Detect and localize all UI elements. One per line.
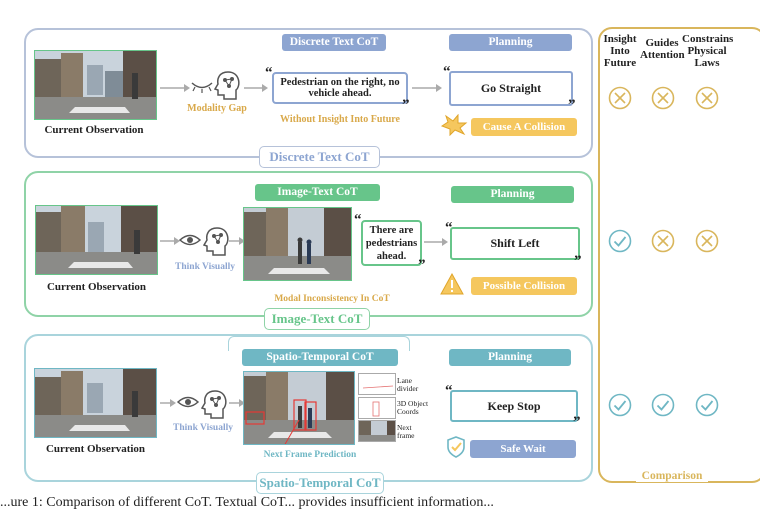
- row2-arrow-3: [424, 238, 448, 246]
- row2-outcome: Possible Collision: [471, 277, 577, 295]
- row1-insight-no-icon: [608, 86, 632, 115]
- object-coords-label: 3D Object Coords: [397, 399, 429, 416]
- row3-outcome: Safe Wait: [470, 440, 576, 458]
- modality-gap-label: Modality Gap: [187, 103, 247, 114]
- row3-planning-header: Planning: [449, 349, 571, 366]
- row2-observation-image: [35, 205, 158, 275]
- row2-quote-close: ”: [418, 257, 426, 273]
- discrete-text-cot-header: Discrete Text CoT: [282, 34, 386, 51]
- collision-icon: [440, 114, 468, 136]
- row1-quote-close: ”: [402, 97, 410, 113]
- row1-observation-image: [34, 50, 157, 120]
- row3-observation-image: [34, 368, 157, 438]
- row2-attention-no-icon: [651, 229, 675, 258]
- row2-think-label: Think Visually: [175, 262, 235, 272]
- next-frame-label: Next frame: [397, 423, 415, 440]
- row2-planning-header: Planning: [451, 186, 574, 203]
- spatio-temporal-cot-header: Spatio-Temporal CoT: [242, 349, 398, 366]
- spatio-temporal-cot-tag: Spatio-Temporal CoT: [256, 472, 384, 494]
- row3-attention-yes-icon: [651, 393, 675, 422]
- row2-physics-no-icon: [695, 229, 719, 258]
- row3-plan-quote-close: ”: [573, 414, 581, 430]
- shield-check-icon: [447, 436, 465, 458]
- comparison-col-insight: Insight Into Future: [603, 33, 637, 69]
- row3-insight-yes-icon: [608, 393, 632, 422]
- image-text-cot-header: Image-Text CoT: [255, 184, 380, 201]
- row1-note: Without Insight Into Future: [280, 114, 400, 125]
- row1-plan-quote-close: ”: [568, 97, 576, 113]
- row3-next-frame-image: [243, 371, 355, 445]
- row1-outcome: Cause A Collision: [471, 118, 577, 136]
- figure-caption-fragment: ...ure 1: Comparison of different CoT. T…: [0, 496, 494, 510]
- row3-brain-head-icon: [201, 390, 227, 419]
- row1-cot-bubble: Pedestrian on the right, no vehicle ahea…: [272, 72, 408, 104]
- row2-insight-yes-icon: [608, 229, 632, 258]
- comparison-col-attention: Guides Attention: [640, 37, 685, 61]
- object-coords-thumbnail: [358, 397, 396, 419]
- row2-eye-icon: [178, 234, 202, 246]
- row3-physics-yes-icon: [695, 393, 719, 422]
- row3-observation-caption: Current Observation: [45, 443, 146, 455]
- row1-observation-caption: Current Observation: [44, 124, 144, 136]
- row1-attention-no-icon: [651, 86, 675, 115]
- row1-plan-box: Go Straight: [449, 71, 573, 106]
- discrete-text-cot-tag: Discrete Text CoT: [259, 146, 380, 168]
- row2-plan-box: Shift Left: [450, 227, 580, 260]
- row3-next-frame-caption: Next Frame Prediction: [263, 450, 357, 460]
- row1-planning-header: Planning: [449, 34, 572, 51]
- row3-arrow-1: [160, 399, 176, 407]
- row2-observation-caption: Current Observation: [46, 281, 147, 293]
- row2-plan-quote-close: ”: [574, 253, 582, 269]
- comparison-col-physics: Constrains Physical Laws: [682, 33, 734, 69]
- row2-arrow-1: [160, 237, 180, 245]
- row1-arrow-2: [244, 84, 268, 92]
- comparison-label: Comparison: [636, 470, 708, 482]
- row3-eye-icon: [176, 396, 200, 408]
- next-frame-thumbnail: [358, 420, 396, 442]
- lane-divider-thumbnail: [358, 373, 396, 395]
- lane-divider-label: Lane divider: [397, 376, 419, 393]
- row3-plan-box: Keep Stop: [450, 390, 578, 422]
- row1-arrow-1: [160, 84, 190, 92]
- row1-physics-no-icon: [695, 86, 719, 115]
- row1-arrow-3: [412, 84, 442, 92]
- image-text-cot-tag: Image-Text CoT: [264, 308, 370, 330]
- row2-note: Modal Inconsistency In CoT: [274, 294, 390, 304]
- warning-icon: [440, 273, 464, 295]
- row2-cot-bubble: There are pedestrians ahead.: [361, 220, 422, 266]
- row3-think-label: Think Visually: [173, 423, 233, 433]
- brain-head-icon: [214, 71, 240, 100]
- row2-generated-image: [243, 207, 352, 281]
- closed-eye-icon: [191, 82, 213, 93]
- row2-brain-head-icon: [203, 227, 229, 256]
